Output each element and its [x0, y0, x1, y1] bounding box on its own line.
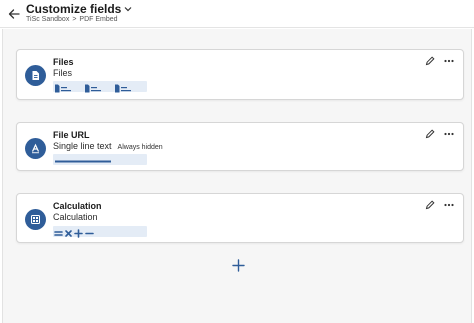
breadcrumb-separator: > [72, 16, 77, 23]
field-name: File URL [53, 130, 90, 140]
text-a-icon [25, 138, 46, 159]
attachment-preview [53, 81, 147, 93]
field-type: Calculation [53, 212, 98, 222]
more-options-icon[interactable] [444, 129, 454, 139]
field-name: Calculation [53, 201, 102, 211]
more-options-icon[interactable] [444, 56, 454, 66]
edit-pencil-icon[interactable] [425, 129, 435, 139]
field-type: Files [53, 68, 73, 78]
add-field-plus-icon[interactable] [231, 258, 245, 272]
file-icon [25, 65, 46, 86]
edit-pencil-icon[interactable] [425, 200, 435, 210]
more-options-icon[interactable] [444, 200, 454, 210]
breadcrumb-base[interactable]: TiSc Sandbox [26, 16, 69, 23]
field-card-calculation[interactable]: Calculation Calculation [16, 193, 464, 243]
page-title-dropdown[interactable]: Customize fields [26, 2, 132, 16]
fields-canvas: Files Files File URL Single line text Al… [2, 29, 472, 323]
formula-preview [53, 226, 147, 238]
visibility-note: Always hidden [117, 144, 163, 151]
back-arrow-icon[interactable] [6, 6, 22, 22]
page-title: Customize fields [26, 2, 122, 16]
chevron-down-icon [124, 7, 132, 12]
edit-pencil-icon[interactable] [425, 56, 435, 66]
field-type: Single line text [53, 141, 112, 151]
breadcrumb: TiSc Sandbox > PDF Embed [26, 16, 118, 23]
field-name: Files [53, 57, 74, 67]
calculator-icon [25, 209, 46, 230]
top-bar: Customize fields TiSc Sandbox > PDF Embe… [0, 0, 474, 28]
breadcrumb-interface[interactable]: PDF Embed [79, 16, 117, 23]
text-preview [53, 154, 147, 165]
field-card-file-url[interactable]: File URL Single line text Always hidden [16, 122, 464, 171]
field-card-files[interactable]: Files Files [16, 49, 464, 100]
